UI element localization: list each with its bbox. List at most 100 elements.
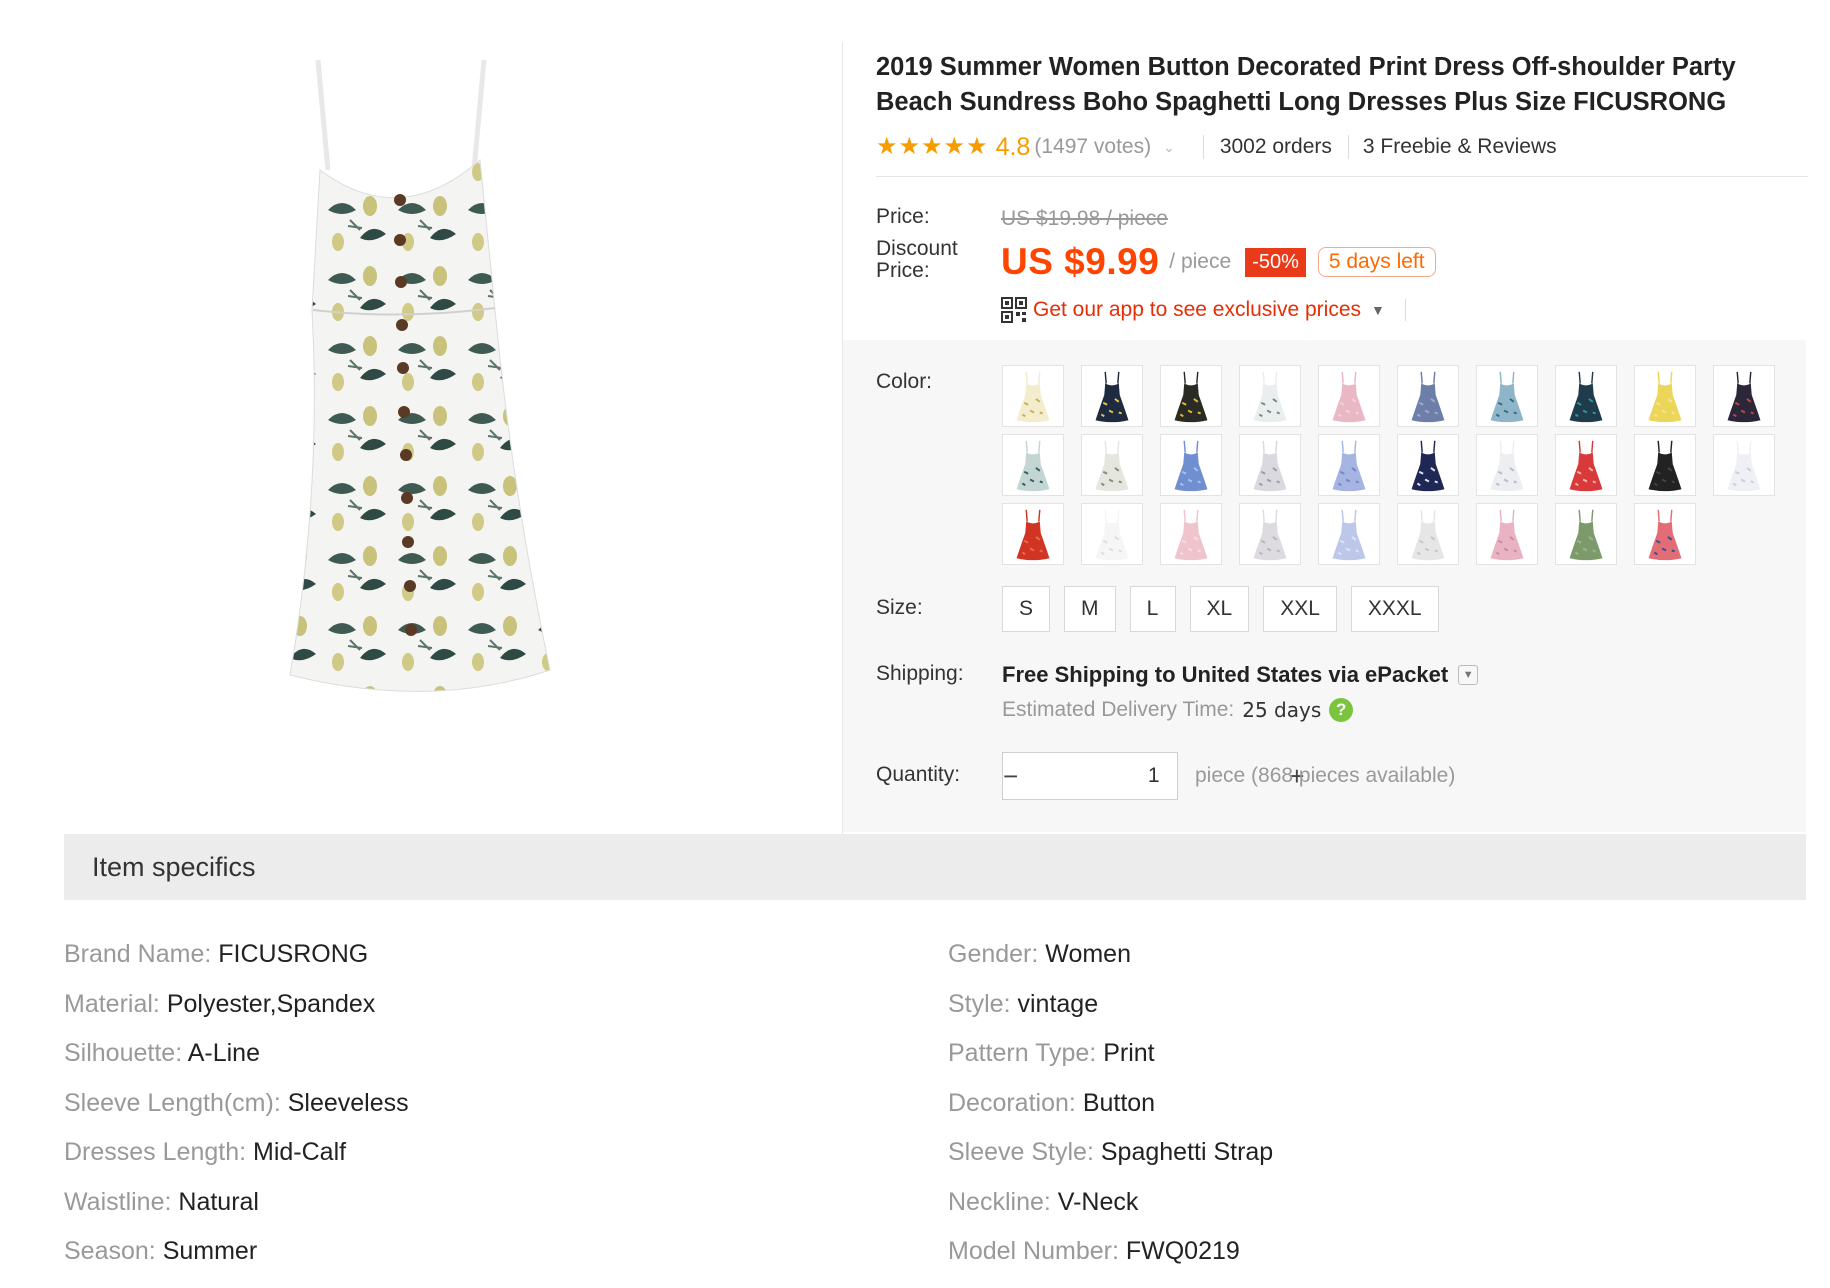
spec-row: Dresses Length: Mid-Calf (64, 1128, 409, 1178)
dress-thumbnail-icon (1569, 509, 1603, 561)
color-swatch[interactable] (1476, 365, 1538, 427)
quantity-label: Quantity: (876, 763, 961, 786)
spec-row: Waistline: Natural (64, 1178, 409, 1228)
rating-value: 4.8 (995, 132, 1031, 161)
dress-thumbnail-icon (1253, 509, 1287, 561)
spec-value: Polyester,Spandex (166, 989, 376, 1018)
dress-thumbnail-icon (1648, 440, 1682, 492)
star-icon: ★ (921, 133, 943, 160)
color-swatch[interactable] (1634, 434, 1696, 496)
dress-thumbnail-icon (1490, 371, 1524, 423)
spec-value: Women (1045, 940, 1131, 968)
size-option-m[interactable]: M (1064, 586, 1116, 632)
color-swatch[interactable] (1081, 503, 1143, 565)
color-swatch[interactable] (1397, 434, 1459, 496)
spec-row: Brand Name: FICUSRONG (64, 930, 409, 980)
color-swatch[interactable] (1160, 434, 1222, 496)
star-rating: ★ ★ ★ ★ ★ (876, 135, 988, 159)
color-swatch[interactable] (1318, 434, 1380, 496)
app-promo-row[interactable]: Get our app to see exclusive prices ▼ (1001, 297, 1406, 323)
color-swatch[interactable] (1397, 503, 1459, 565)
chevron-down-icon[interactable]: ▼ (1458, 665, 1479, 685)
color-swatch[interactable] (1002, 365, 1064, 427)
chevron-down-icon[interactable]: ⌄ (1163, 139, 1175, 156)
orders-count: 3002 orders (1219, 135, 1332, 158)
spec-value: FICUSRONG (218, 940, 369, 968)
spec-key: Decoration: (948, 1088, 1076, 1117)
dress-thumbnail-icon (1490, 440, 1524, 492)
dress-thumbnail-icon (1174, 371, 1208, 423)
product-title: 2019 Summer Women Button Decorated Print… (876, 53, 1736, 116)
color-swatch[interactable] (1476, 503, 1538, 565)
dress-thumbnail-icon (1727, 371, 1761, 423)
color-swatch[interactable] (1397, 365, 1459, 427)
color-swatch[interactable] (1713, 365, 1775, 427)
spec-value: Sleeveless (287, 1088, 409, 1117)
color-swatch[interactable] (1160, 365, 1222, 427)
caret-down-icon[interactable]: ▼ (1371, 302, 1385, 318)
spec-value: Print (1103, 1039, 1155, 1067)
shipping-method[interactable]: Free Shipping to United States via ePack… (1002, 662, 1479, 688)
color-swatch[interactable] (1081, 365, 1143, 427)
color-swatch[interactable] (1634, 503, 1696, 565)
color-swatch[interactable] (1160, 503, 1222, 565)
spec-key: Pattern Type: (948, 1039, 1097, 1067)
dress-thumbnail-icon (1490, 509, 1524, 561)
color-swatch[interactable] (1318, 365, 1380, 427)
specs-right-column: Gender: Women Style: vintage Pattern Typ… (948, 930, 1273, 1277)
size-option-l[interactable]: L (1129, 586, 1176, 632)
size-option-xxxl[interactable]: XXXL (1350, 586, 1439, 632)
delivery-time-label: Estimated Delivery Time: (1002, 698, 1235, 721)
dress-thumbnail-icon (1569, 371, 1603, 423)
item-specifics-title: Item specifics (92, 852, 256, 882)
color-swatch[interactable] (1002, 503, 1064, 565)
spec-key: Dresses Length: (64, 1138, 247, 1166)
qr-code-icon (1001, 297, 1027, 323)
dress-thumbnail-icon (1016, 509, 1050, 561)
color-swatch[interactable] (1239, 434, 1301, 496)
item-specifics-header: Item specifics (64, 834, 1806, 900)
product-main-image[interactable] (250, 50, 630, 825)
decrease-quantity-button[interactable]: − (1003, 753, 1018, 799)
color-swatch[interactable] (1555, 365, 1617, 427)
color-swatch[interactable] (1634, 365, 1696, 427)
quantity-stepper: − + (1002, 752, 1304, 800)
color-swatch[interactable] (1239, 503, 1301, 565)
spec-row: Decoration: Button (948, 1079, 1273, 1129)
color-swatch[interactable] (1239, 365, 1301, 427)
color-swatch[interactable] (1318, 503, 1380, 565)
votes-count[interactable]: (1497 votes) (1034, 135, 1151, 159)
specs-left-column: Brand Name: FICUSRONG Material: Polyeste… (64, 930, 409, 1277)
price-block: Price: US $19.98 / piece Discount Price:… (876, 177, 1806, 345)
color-swatch[interactable] (1002, 434, 1064, 496)
shipping-label: Shipping: (876, 662, 964, 685)
dress-thumbnail-icon (1095, 509, 1129, 561)
rating-row: ★ ★ ★ ★ ★ 4.8 (1497 votes) ⌄ 3002 orders… (876, 132, 1806, 162)
app-exclusive-prices-link[interactable]: Get our app to see exclusive prices (1033, 298, 1361, 322)
size-option-xxl[interactable]: XXL (1263, 586, 1337, 632)
spec-value: V-Neck (1057, 1187, 1139, 1216)
reviews-link[interactable]: 3 Freebie & Reviews (1363, 135, 1557, 159)
dress-thumbnail-icon (1016, 440, 1050, 492)
color-swatch[interactable] (1713, 434, 1775, 496)
dress-thumbnail-icon (1174, 440, 1208, 492)
color-swatch[interactable] (1555, 434, 1617, 496)
spec-key: Style: (948, 989, 1011, 1018)
dress-thumbnail-icon (1253, 440, 1287, 492)
color-swatch[interactable] (1476, 434, 1538, 496)
original-price: US $19.98 / piece (1001, 207, 1168, 230)
spec-value: Natural (178, 1187, 259, 1216)
spec-value: FWQ0219 (1125, 1237, 1240, 1265)
shipping-method-text[interactable]: Free Shipping to United States via ePack… (1002, 662, 1448, 688)
discount-price: US $9.99 (1001, 241, 1160, 282)
color-swatch[interactable] (1081, 434, 1143, 496)
star-icon: ★ (966, 133, 988, 160)
dress-thumbnail-icon (1174, 509, 1208, 561)
color-swatch[interactable] (1555, 503, 1617, 565)
star-icon: ★ (943, 133, 966, 160)
divider (1202, 135, 1204, 159)
size-option-xl[interactable]: XL (1189, 586, 1250, 632)
help-icon[interactable]: ? (1329, 698, 1354, 722)
size-option-s[interactable]: S (1002, 586, 1051, 632)
spec-key: Sleeve Style: (948, 1138, 1094, 1166)
